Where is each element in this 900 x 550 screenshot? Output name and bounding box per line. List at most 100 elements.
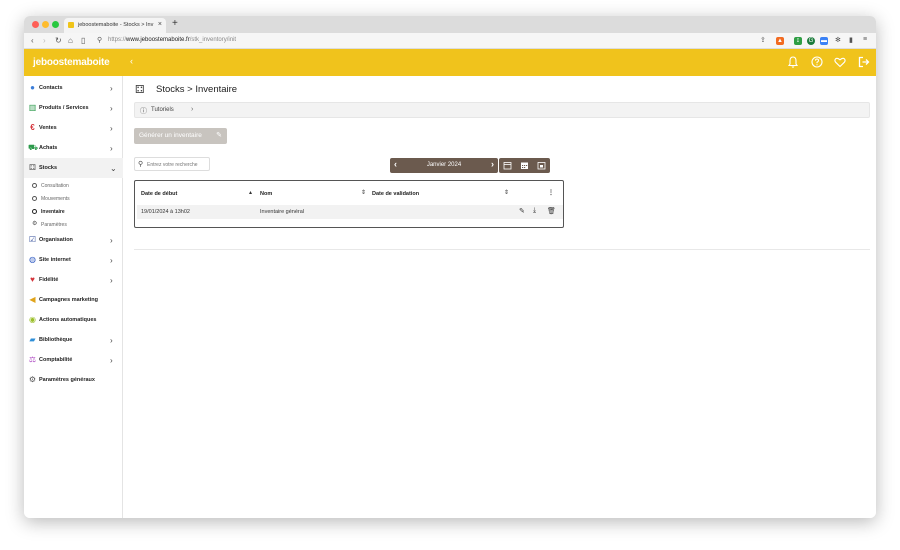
app-header: jeboostemaboite ‹ [24,49,876,76]
sort-asc-icon[interactable]: ▴ [249,189,252,196]
address-bar: ‹ › ↻ ⌂ ▯ ⚲ https://www.jeboostemaboite.… [24,33,876,49]
sidebar-item-organisation[interactable]: ☑ Organisation › [24,230,123,250]
sidebar-subitem-consultation[interactable]: Consultation [32,180,120,192]
column-header-date-debut[interactable]: Date de début [141,191,177,197]
more-options-icon[interactable]: ⋮ [548,189,554,196]
share-icon[interactable]: ⇪ [760,36,766,44]
sidebar-item-produits-services[interactable]: ▥ Produits / Services › [24,98,123,118]
logout-icon[interactable] [857,55,871,69]
url-field[interactable]: https://www.jeboostemaboite.fr/stk_inven… [108,37,236,43]
sidebar-item-label: Bibliothèque [39,337,73,343]
table-row[interactable]: 19/01/2024 à 13h02 Inventaire général ✎ … [137,205,563,219]
calendar-check-icon: ☑ [28,235,37,244]
help-icon[interactable] [810,55,824,69]
folder-icon: ▰ [29,335,36,344]
circle-icon [32,196,37,201]
reload-icon[interactable]: ↻ [55,36,62,45]
home-icon[interactable]: ⌂ [68,36,73,45]
sidebar-item-ventes[interactable]: € Ventes › [24,118,123,138]
search-box[interactable]: ⚲ [134,157,210,171]
sidebar-item-achats[interactable]: ⛟ Achats › [24,138,123,158]
chevron-right-icon: › [110,256,113,265]
site-settings-icon[interactable]: ⚲ [97,36,102,44]
bookmark-icon[interactable]: ▯ [81,36,85,45]
favorite-heart-icon[interactable] [833,55,847,69]
sidebar-item-label: Paramètres généraux [39,377,95,383]
main-content: ⚃ Stocks > Inventaire ⓘ Tutoriels › Géné… [124,76,876,518]
edit-icon[interactable]: ✎ [519,207,525,215]
new-tab-button[interactable]: + [172,18,178,29]
bell-icon[interactable] [786,55,800,69]
brave-shield-icon[interactable]: ▲ [776,37,784,45]
sidebar-item-stocks[interactable]: ⚃ Stocks ⌄ [24,158,123,178]
sidebar-item-campagnes-marketing[interactable]: ◀ Campagnes marketing [24,290,123,310]
gear-icon: ⚙ [32,221,38,227]
search-icon: ⚲ [138,161,144,168]
close-window-button[interactable] [32,21,39,28]
app-logo[interactable]: jeboostemaboite [33,57,110,68]
url-scheme: https:// [108,37,127,43]
cell-nom: Inventaire général [260,209,305,215]
tab-close-icon[interactable]: × [158,21,162,28]
back-icon[interactable]: ‹ [31,36,34,45]
month-label: Janvier 2024 [426,162,462,168]
chevron-right-icon: › [110,356,113,365]
sidebar-item-fidelite[interactable]: ♥ Fidélité › [24,270,123,290]
browser-tab[interactable]: jeboostemaboite - Stocks > Inv × [64,18,166,33]
sidebar-item-label: Organisation [39,237,73,243]
breadcrumb-separator: > [187,84,193,95]
extension-green-icon[interactable]: ɪ [794,37,802,45]
extension-puzzle-icon[interactable]: ✻ [835,36,841,44]
sidebar-subitem-label: Consultation [41,183,69,189]
chevron-right-icon: › [191,106,194,113]
sidebar-item-comptabilite[interactable]: ⚖ Comptabilité › [24,350,123,370]
sidebar-item-label: Stocks [39,165,58,171]
sidebar-item-contacts[interactable]: ● Contacts › [24,78,123,98]
sort-icon[interactable]: ⇕ [504,189,509,196]
sidebar-item-parametres-generaux[interactable]: ⚙ Paramètres généraux [24,370,123,390]
gear-icon: ⚙ [28,375,37,384]
cart-icon: ⛟ [28,143,39,152]
tab-title: jeboostemaboite - Stocks > Inv [78,22,154,28]
generate-inventory-label: Générer un inventaire [139,132,202,139]
sidebar-item-label: Actions automatiques [39,317,97,323]
sidebar-subitem-inventaire[interactable]: Inventaire [32,206,120,218]
sidebar-subitem-mouvements[interactable]: Mouvements [32,193,120,205]
tutorials-bar[interactable]: ⓘ Tutoriels › [134,102,870,118]
sidebar-item-bibliotheque[interactable]: ▰ Bibliothèque › [24,330,123,350]
sidebar-toggle-icon[interactable]: ▮ [849,36,853,44]
month-navigator: ‹ Janvier 2024 › [390,158,498,173]
extension-grammar-icon[interactable]: G [807,37,815,45]
heart-icon: ♥ [30,275,35,284]
automation-icon: ◉ [29,315,36,324]
generate-inventory-button[interactable]: Générer un inventaire ✎ [134,128,227,144]
next-month-button[interactable]: › [491,159,494,169]
sidebar-subitem-label: Inventaire [41,209,65,215]
calendar-day-icon[interactable] [503,161,512,170]
sidebar-item-label: Campagnes marketing [39,297,98,303]
collapse-sidebar-icon[interactable]: ‹ [130,56,133,66]
breadcrumb-stocks[interactable]: Stocks [156,84,185,95]
content-divider [134,249,870,250]
sidebar-item-site-internet[interactable]: ◍ Site internet › [24,250,123,270]
chevron-right-icon: › [110,104,113,113]
sort-icon[interactable]: ⇕ [361,189,366,196]
balance-icon: ⚖ [28,355,37,364]
sidebar-item-actions-automatiques[interactable]: ◉ Actions automatiques [24,310,123,330]
search-input[interactable] [147,160,207,169]
maximize-window-button[interactable] [52,21,59,28]
minimize-window-button[interactable] [42,21,49,28]
sidebar-item-label: Site internet [39,257,71,263]
pencil-icon: ✎ [216,132,222,139]
forward-icon[interactable]: › [43,36,46,45]
chevron-right-icon: › [110,336,113,345]
trash-icon[interactable]: 🗑 [547,207,556,215]
download-icon[interactable]: ⤓ [533,207,536,215]
column-header-date-validation[interactable]: Date de validation [372,191,419,197]
extension-blue-icon[interactable]: ▬ [820,37,828,45]
calendar-year-icon[interactable] [537,161,546,170]
calendar-month-icon[interactable] [520,161,529,170]
column-header-nom[interactable]: Nom [260,191,272,197]
menu-icon[interactable]: ≡ [863,36,867,43]
chevron-right-icon: › [110,124,113,133]
